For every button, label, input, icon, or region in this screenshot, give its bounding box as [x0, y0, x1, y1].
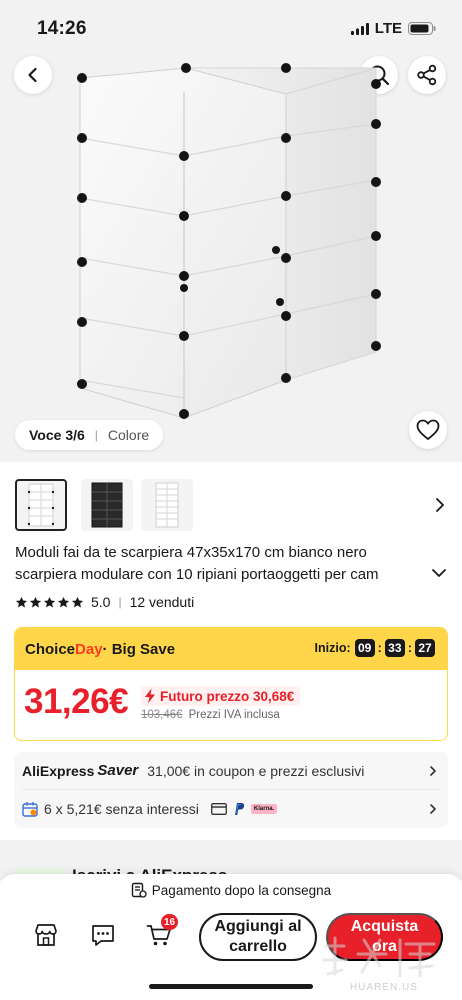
chat-button[interactable] [89, 921, 117, 949]
battery-icon [408, 22, 436, 35]
product-title-line-1: Moduli fai da te scarpiera 47x35x170 cm … [15, 544, 367, 561]
back-icon [28, 67, 37, 83]
thumbnail-black[interactable] [81, 479, 133, 531]
aliexpress-logo: AliExpress [22, 762, 95, 779]
wishlist-button[interactable] [409, 411, 447, 449]
product-title[interactable]: Moduli fai da te scarpiera 47x35x170 cm … [15, 542, 420, 586]
countdown-seconds: 27 [415, 639, 435, 657]
thumbnail-white-image [27, 483, 55, 527]
installments-text: 6 x 5,21€ senza interessi [44, 801, 199, 817]
big-save-label: · Big Save [102, 640, 176, 658]
product-image [77, 63, 381, 419]
status-bar: 14:26 LTE [0, 0, 462, 58]
color-label: Colore [107, 427, 150, 443]
share-button[interactable] [408, 56, 446, 94]
signal-icon [350, 22, 369, 35]
rating-value: 5.0 [91, 594, 111, 610]
saver-panel: AliExpress Saver 31,00€ in coupon e prez… [14, 752, 448, 828]
countdown-minutes: 33 [384, 639, 405, 657]
future-price-text: Futuro prezzo 30,68€ [160, 688, 295, 704]
card-icon [210, 803, 227, 815]
star-icon [57, 596, 70, 607]
installments-row[interactable]: 6 x 5,21€ senza interessi Klarna. [22, 790, 440, 828]
vat-note: Prezzi IVA inclusa [188, 709, 280, 721]
payment-methods: Klarna. [210, 802, 278, 816]
countdown-hours: 09 [354, 639, 375, 657]
countdown-colon: : [377, 641, 382, 655]
current-price: 31,26€ [24, 682, 129, 721]
product-gallery[interactable]: 14:26 LTE Voce 3/6 | Colore [0, 0, 462, 462]
star-icon [15, 596, 28, 607]
status-indicators: LTE [350, 20, 436, 37]
chevron-right-icon[interactable] [433, 495, 447, 515]
thumbnail-black-image [91, 482, 123, 528]
thumbnail-tall-white[interactable] [141, 479, 193, 531]
chevron-down-icon[interactable] [430, 566, 448, 580]
coupon-text: 31,00€ in coupon e prezzi esclusivi [147, 762, 365, 779]
lightning-icon [145, 688, 155, 704]
countdown-label: Inizio: [314, 641, 351, 655]
choice-day-header: Choice Day · Big Save Inizio: 09 : 33 : 2… [15, 628, 447, 670]
cart-count-badge: 16 [161, 914, 179, 930]
day-label: Day [75, 640, 103, 658]
sold-count: 12 venduti [129, 594, 195, 610]
add-to-cart-button[interactable]: Aggiungi al carrello [199, 913, 317, 961]
variant-counter: Voce 3/6 [29, 427, 85, 443]
countdown-timer: Inizio: 09 : 33 : 27 [315, 639, 435, 657]
future-price-badge: Futuro prezzo 30,68€ [141, 686, 301, 706]
pay-after-text: Pagamento dopo la consegna [151, 882, 332, 898]
product-title-line-2: scarpiera modulare con 10 ripiani portao… [15, 566, 379, 583]
chevron-right-icon [430, 766, 436, 776]
chat-icon [92, 925, 114, 946]
paypal-icon [234, 803, 244, 815]
thumbnail-strip [15, 479, 447, 531]
store-button[interactable] [32, 921, 60, 949]
pill-divider: | [94, 428, 98, 442]
klarna-badge: Klarna. [250, 804, 278, 814]
saver-logo: Saver [97, 762, 139, 779]
variant-pill[interactable]: Voce 3/6 | Colore [15, 420, 164, 450]
pay-after-delivery-banner[interactable]: Pagamento dopo la consegna [0, 882, 462, 898]
network-label: LTE [374, 20, 402, 37]
star-rating [15, 596, 84, 609]
delivery-icon [131, 882, 147, 898]
home-indicator [149, 984, 313, 989]
status-time: 14:26 [37, 18, 87, 39]
saver-coupon-row[interactable]: AliExpress Saver 31,00€ in coupon e prez… [22, 752, 440, 790]
back-button[interactable] [14, 56, 52, 94]
countdown-colon: : [407, 641, 412, 655]
rating-row[interactable]: 5.0 | 12 venduti [15, 594, 194, 610]
choice-label: Choice [25, 640, 76, 658]
rating-divider: | [118, 595, 122, 609]
thumbnail-tall-white-image [155, 482, 179, 528]
old-price: 103,46€ [141, 709, 183, 721]
share-icon [417, 64, 437, 86]
heart-icon [416, 419, 440, 440]
choice-day-deal-card[interactable]: Choice Day · Big Save Inizio: 09 : 33 : 2… [14, 627, 448, 741]
star-icon [29, 596, 42, 607]
store-icon [35, 924, 57, 946]
thumbnail-white[interactable] [15, 479, 67, 531]
old-price-row: 103,46€ Prezzi IVA inclusa [141, 709, 280, 721]
watermark-text: HUAREN.US [350, 982, 418, 993]
star-icon [71, 596, 84, 607]
chevron-right-icon [430, 804, 436, 814]
star-icon [43, 596, 56, 607]
calendar-icon [22, 802, 38, 817]
